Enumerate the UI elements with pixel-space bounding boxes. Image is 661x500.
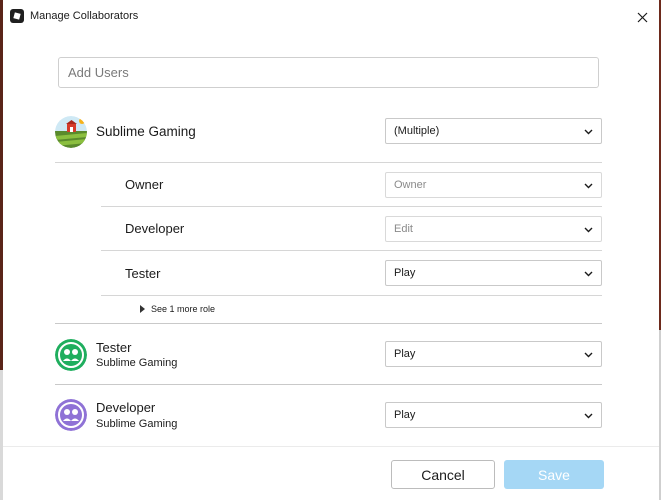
role-developer-permission-select: Edit <box>385 216 602 242</box>
role-owner-permission-select: Owner <box>385 172 602 198</box>
divider <box>55 323 602 324</box>
developer-entry-group: Sublime Gaming <box>96 418 178 430</box>
developer-entry-role: Developer <box>96 400 156 415</box>
chevron-down-icon <box>584 227 593 233</box>
cancel-button[interactable]: Cancel <box>391 460 495 489</box>
manage-collaborators-dialog: Manage Collaborators Sublime Gaming (Mul… <box>3 0 659 500</box>
see-more-roles-label: See 1 more role <box>151 304 216 314</box>
close-icon <box>637 12 647 22</box>
tester-entry-group: Sublime Gaming <box>96 357 178 369</box>
tester-entry-permission-select[interactable]: Play <box>385 341 602 367</box>
divider <box>101 250 602 251</box>
farm-group-icon <box>55 116 87 148</box>
save-button[interactable]: Save <box>504 460 604 489</box>
group-role-icon <box>55 399 87 431</box>
role-tester-label: Tester <box>125 266 161 281</box>
tester-entry-permission-value: Play <box>394 348 416 360</box>
expand-triangle-icon <box>140 305 145 313</box>
developer-entry-permission-value: Play <box>394 409 416 421</box>
role-tester-permission-select[interactable]: Play <box>385 260 602 286</box>
divider <box>55 384 602 385</box>
chevron-down-icon <box>584 271 593 277</box>
role-owner-label: Owner <box>125 177 164 192</box>
divider <box>101 295 602 296</box>
footer-divider <box>3 446 659 447</box>
role-tester-permission-value: Play <box>394 267 416 279</box>
chevron-down-icon <box>584 352 593 358</box>
chevron-down-icon <box>584 183 593 189</box>
role-developer-label: Developer <box>125 221 185 236</box>
tester-entry-role: Tester <box>96 340 132 355</box>
group-permission-value: (Multiple) <box>394 125 440 137</box>
group-permission-select[interactable]: (Multiple) <box>385 118 602 144</box>
chevron-down-icon <box>584 413 593 419</box>
chevron-down-icon <box>584 129 593 135</box>
title-bar: Manage Collaborators <box>3 0 659 34</box>
role-developer-permission-value: Edit <box>394 223 413 235</box>
role-owner-permission-value: Owner <box>394 179 427 191</box>
close-button[interactable] <box>631 6 653 28</box>
group-role-icon <box>55 339 87 371</box>
divider <box>101 206 602 207</box>
roblox-studio-icon <box>10 9 24 23</box>
divider <box>55 162 602 163</box>
window-title: Manage Collaborators <box>30 10 139 22</box>
add-users-input[interactable] <box>58 57 599 88</box>
group-name: Sublime Gaming <box>96 124 196 139</box>
see-more-roles-link[interactable]: See 1 more role <box>140 304 215 314</box>
developer-entry-permission-select[interactable]: Play <box>385 402 602 428</box>
